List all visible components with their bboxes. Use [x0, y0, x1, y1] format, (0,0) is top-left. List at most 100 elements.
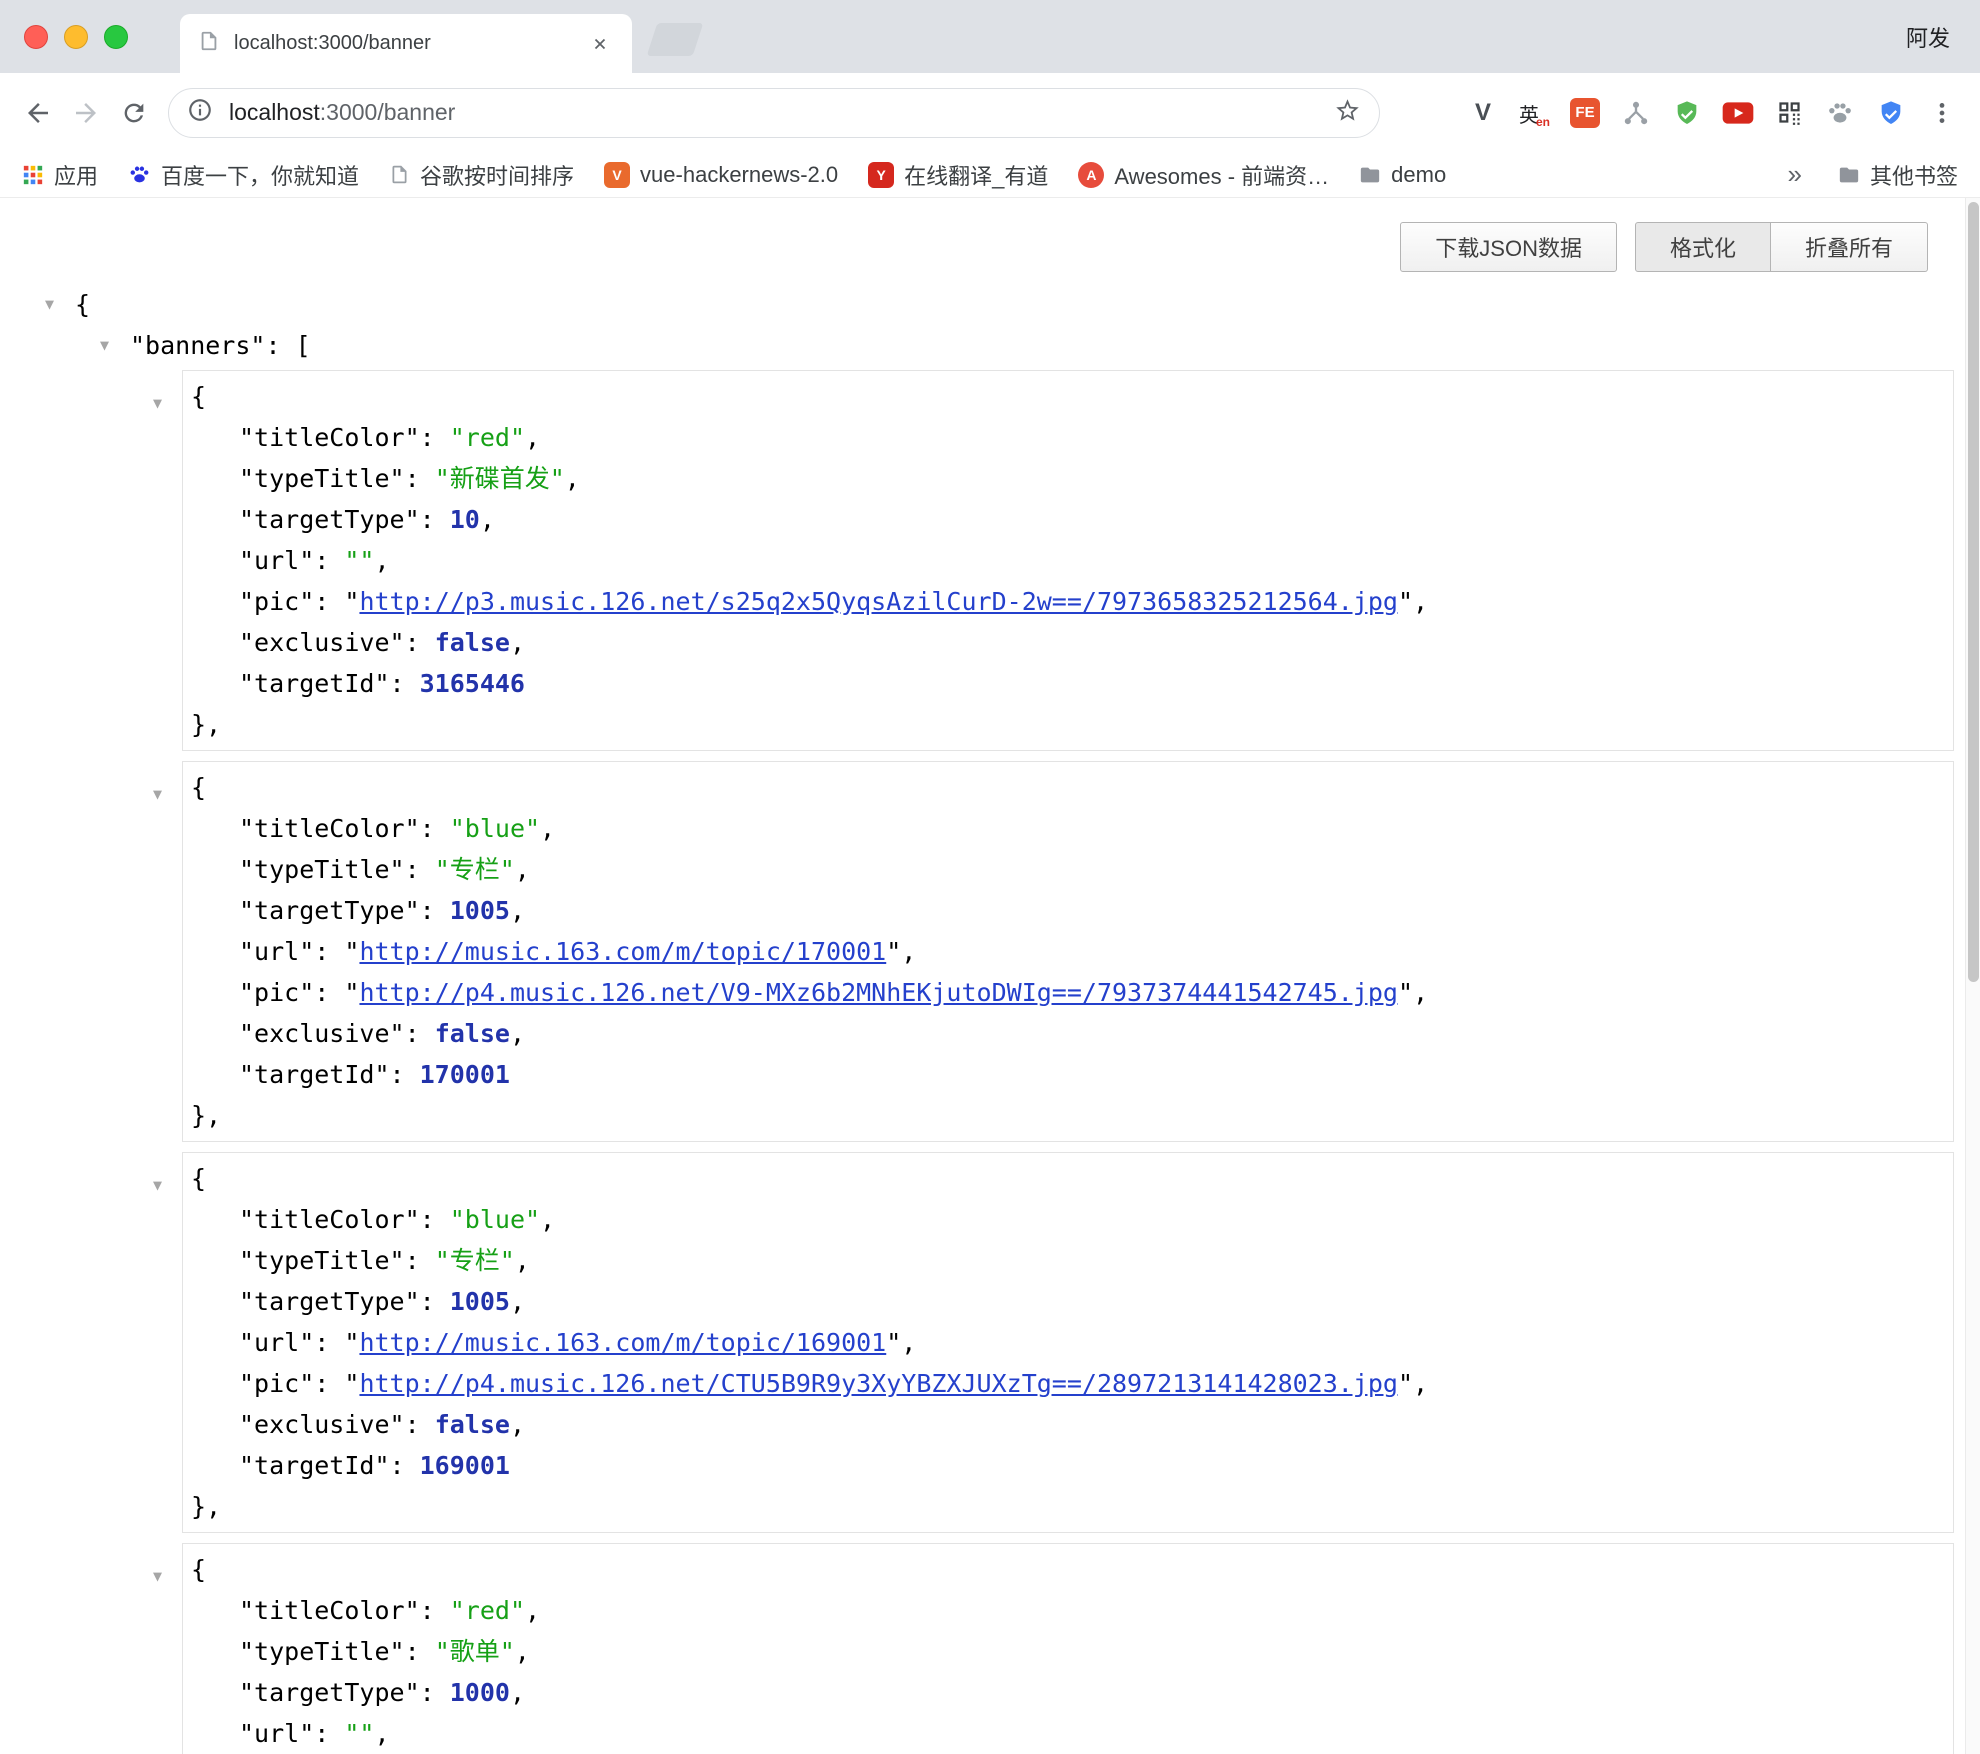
profile-name: 阿发: [1906, 21, 1950, 53]
json-key: "targetId": [239, 669, 390, 698]
json-link-value[interactable]: http://music.163.com/m/topic/169001: [359, 1328, 886, 1357]
json-key: "titleColor": [239, 1205, 420, 1234]
json-punctuation: :: [420, 505, 450, 534]
bookmark-vue-hackernews[interactable]: V vue-hackernews-2.0: [604, 162, 838, 188]
tab-close-icon[interactable]: [586, 30, 614, 58]
json-punctuation: ,: [515, 1637, 530, 1666]
json-link-value[interactable]: http://music.163.com/m/topic/170001: [359, 937, 886, 966]
bookmark-google-sort[interactable]: 谷歌按时间排序: [389, 159, 574, 191]
json-key: "targetType": [239, 1678, 420, 1707]
blue-shield-extension-icon[interactable]: [1873, 95, 1909, 131]
json-punctuation: :: [314, 978, 344, 1007]
traffic-lights: [0, 25, 142, 49]
site-info-icon[interactable]: [187, 97, 213, 128]
json-string-value: "": [344, 1719, 374, 1748]
paw-extension-icon[interactable]: [1822, 95, 1858, 131]
collapse-all-button[interactable]: 折叠所有: [1771, 222, 1928, 272]
back-button[interactable]: [14, 89, 62, 137]
v-extension-icon[interactable]: V: [1465, 95, 1501, 131]
translate-extension-icon[interactable]: 英en: [1516, 95, 1552, 131]
json-link-value[interactable]: http://p3.music.126.net/s25q2x5QyqsAzilC…: [359, 587, 1398, 616]
json-punctuation: ,: [480, 505, 495, 534]
json-punctuation: ,: [540, 814, 555, 843]
bookmark-folder-demo[interactable]: demo: [1359, 162, 1446, 188]
json-property-line: "targetType": 1000,: [191, 1672, 1943, 1713]
collapse-toggle-icon[interactable]: ▼: [153, 774, 183, 815]
bookmark-label: 谷歌按时间排序: [420, 159, 574, 191]
tab-strip: localhost:3000/banner 阿发: [0, 0, 1980, 73]
banner-object-box: ▼{"titleColor": "red","typeTitle": "新碟首发…: [182, 370, 1954, 751]
json-string-value: "专栏": [435, 1246, 515, 1275]
browser-tab[interactable]: localhost:3000/banner: [180, 14, 632, 73]
json-punctuation: :: [405, 1410, 435, 1439]
qrcode-extension-icon[interactable]: [1771, 95, 1807, 131]
json-key: "targetType": [239, 1287, 420, 1316]
browser-menu-button[interactable]: [1924, 95, 1960, 131]
close-window-button[interactable]: [24, 25, 48, 49]
json-property-line: "pic": "http://p3.music.126.net/s25q2x5Q…: [191, 581, 1943, 622]
download-json-button[interactable]: 下载JSON数据: [1400, 222, 1617, 272]
youtube-extension-icon[interactable]: [1720, 95, 1756, 131]
json-punctuation: ": [344, 937, 359, 966]
scrollbar-thumb[interactable]: [1968, 202, 1979, 982]
json-punctuation: ,: [510, 1410, 525, 1439]
bookmark-youdao[interactable]: Y 在线翻译_有道: [868, 159, 1048, 191]
json-string-value: "歌单": [435, 1637, 515, 1666]
json-punctuation: ,: [525, 1596, 540, 1625]
json-punctuation: {: [191, 1555, 206, 1584]
json-punctuation: :: [420, 814, 450, 843]
banner-object-box: ▼{"titleColor": "blue","typeTitle": "专栏"…: [182, 1152, 1954, 1533]
reload-button[interactable]: [110, 89, 158, 137]
minimize-window-button[interactable]: [64, 25, 88, 49]
collapse-toggle-icon[interactable]: ▼: [100, 325, 130, 366]
json-punctuation: ,: [515, 855, 530, 884]
format-button[interactable]: 格式化: [1635, 222, 1771, 272]
bookmark-label: 百度一下，你就知道: [161, 159, 359, 191]
json-property-line: "url": "",: [191, 540, 1943, 581]
awesomes-badge-icon: A: [1078, 162, 1104, 188]
apps-grid-icon: [22, 164, 44, 186]
bookmark-folder-other[interactable]: 其他书签: [1838, 159, 1958, 191]
bookmark-star-icon[interactable]: [1334, 97, 1361, 129]
bookmark-baidu[interactable]: 百度一下，你就知道: [128, 159, 359, 191]
json-key: "exclusive": [239, 1410, 405, 1439]
collapse-toggle-icon[interactable]: ▼: [153, 383, 183, 424]
green-shield-extension-icon[interactable]: [1669, 95, 1705, 131]
collapse-toggle-icon[interactable]: ▼: [153, 1556, 183, 1597]
fullscreen-window-button[interactable]: [104, 25, 128, 49]
json-key: "exclusive": [239, 628, 405, 657]
json-property-line: "typeTitle": "歌单",: [191, 1631, 1943, 1672]
json-object-close: },: [191, 1095, 1943, 1136]
bookmarks-overflow-chevron[interactable]: »: [1782, 159, 1808, 190]
json-number-value: 1000: [450, 1678, 510, 1707]
fehelper-extension-icon[interactable]: FE: [1567, 95, 1603, 131]
json-property-line: "pic": "http://p4.music.126.net/V9-MXz6b…: [191, 972, 1943, 1013]
json-punctuation: :: [405, 1637, 435, 1666]
json-punctuation: :: [420, 423, 450, 452]
json-key: "pic": [239, 587, 314, 616]
banner-object-box: ▼{"titleColor": "blue","typeTitle": "专栏"…: [182, 761, 1954, 1142]
bookmark-apps[interactable]: 应用: [22, 159, 98, 191]
new-tab-button[interactable]: [647, 23, 704, 56]
json-punctuation: ,: [510, 1678, 525, 1707]
address-bar[interactable]: localhost:3000/banner: [168, 88, 1380, 138]
json-punctuation: ": [1398, 587, 1413, 616]
json-punctuation: :: [405, 1019, 435, 1048]
json-punctuation: :: [420, 896, 450, 925]
bookmark-label: vue-hackernews-2.0: [640, 162, 838, 188]
bookmark-awesomes[interactable]: A Awesomes - 前端资…: [1078, 159, 1329, 191]
sitemap-extension-icon[interactable]: [1618, 95, 1654, 131]
browser-window: localhost:3000/banner 阿发 localhost:3000/…: [0, 0, 1980, 1754]
json-link-value[interactable]: http://p4.music.126.net/CTU5B9R9y3XyYBZX…: [359, 1369, 1398, 1398]
json-link-value[interactable]: http://p4.music.126.net/V9-MXz6b2MNhEKju…: [359, 978, 1398, 1007]
forward-button[interactable]: [62, 89, 110, 137]
json-punctuation: ": [344, 1328, 359, 1357]
json-property-line: "url": "http://music.163.com/m/topic/170…: [191, 931, 1943, 972]
json-punctuation: :: [314, 1369, 344, 1398]
collapse-toggle-icon[interactable]: ▼: [45, 284, 75, 325]
json-string-value: "blue": [450, 814, 540, 843]
youdao-badge-icon: Y: [868, 162, 894, 188]
json-object-close: },: [191, 1486, 1943, 1527]
collapse-toggle-icon[interactable]: ▼: [153, 1165, 183, 1206]
json-number-value: 3165446: [420, 669, 525, 698]
